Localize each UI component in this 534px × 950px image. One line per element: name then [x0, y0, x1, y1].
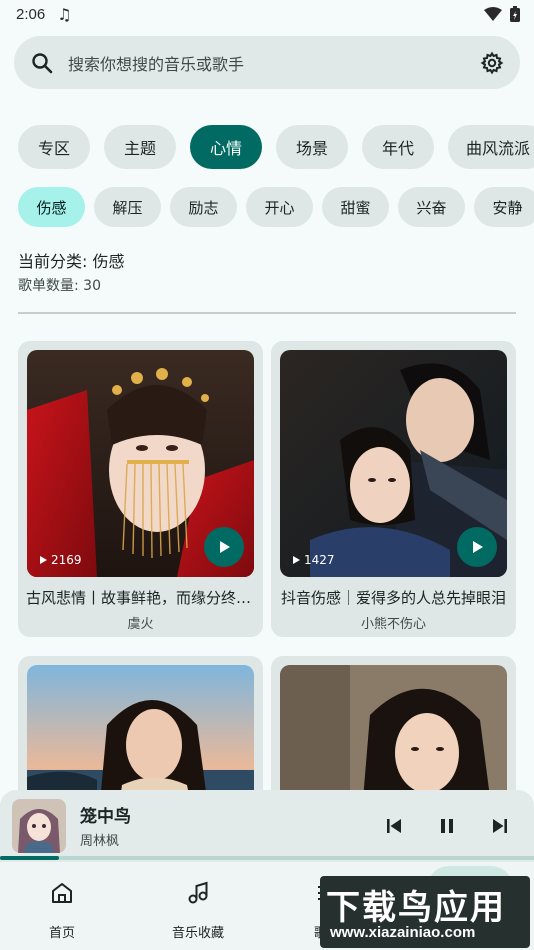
mini-player[interactable]: 笼中鸟 周林枫 — [0, 790, 534, 862]
search-input[interactable]: 搜索你想搜的音乐或歌手 — [68, 51, 480, 75]
tab-era[interactable]: 年代 — [362, 125, 434, 169]
tag-relief[interactable]: 解压 — [94, 187, 161, 227]
tab-genre[interactable]: 曲风流派 — [448, 125, 534, 169]
playlist-count-label: 歌单数量: 30 — [18, 278, 101, 294]
skip-next-icon — [493, 819, 507, 833]
nav-item-music-favorites[interactable]: 音乐收藏 — [133, 862, 263, 950]
play-icon — [473, 541, 483, 553]
settings-gear-icon[interactable] — [480, 51, 504, 75]
tab-zone[interactable]: 专区 — [18, 125, 90, 169]
playlist-author: 虞火 — [127, 617, 154, 632]
search-bar[interactable]: 搜索你想搜的音乐或歌手 — [14, 36, 520, 89]
cover-art-anime-girl — [12, 799, 66, 853]
nav-label-home: 首页 — [48, 926, 75, 941]
tab-mood[interactable]: 心情 — [190, 125, 262, 169]
play-count-value: 1427 — [304, 553, 335, 567]
skip-previous-icon — [387, 819, 401, 833]
playlist-title: 抖音伤感｜爱得多的人总先掉眼泪 — [280, 589, 506, 607]
previous-button[interactable] — [382, 814, 406, 838]
search-icon[interactable] — [30, 51, 54, 75]
status-time: 2:06 — [16, 5, 46, 23]
play-small-icon — [40, 556, 47, 564]
status-bar: 2:06 ♫ — [0, 0, 534, 28]
playback-progress-fill — [0, 856, 59, 860]
tab-scene[interactable]: 场景 — [276, 125, 348, 169]
battery-icon — [510, 6, 520, 22]
tag-inspire[interactable]: 励志 — [170, 187, 237, 227]
home-icon — [52, 883, 72, 903]
playlist-title: 古风悲情丨故事鲜艳，而缘分终究薄凉 — [26, 589, 255, 607]
play-count: 2169 — [39, 553, 82, 567]
playback-progress-bar[interactable] — [0, 856, 534, 860]
play-count-value: 2169 — [51, 553, 82, 567]
playlist-card[interactable]: 1427 抖音伤感｜爱得多的人总先掉眼泪 小熊不伤心 — [271, 341, 516, 637]
pause-icon — [441, 819, 453, 833]
nav-label-music-favorites: 音乐收藏 — [171, 926, 224, 941]
tag-happy[interactable]: 开心 — [246, 187, 313, 227]
play-small-icon — [293, 556, 300, 564]
play-button[interactable] — [204, 527, 244, 567]
tab-theme[interactable]: 主题 — [104, 125, 176, 169]
tag-sweet[interactable]: 甜蜜 — [322, 187, 389, 227]
watermark-title: 下载鸟应用 — [326, 888, 506, 928]
playlist-author: 小熊不伤心 — [360, 617, 426, 632]
current-category-label: 当前分类: 伤感 — [18, 252, 125, 271]
tag-sad[interactable]: 伤感 — [18, 187, 85, 227]
wifi-icon — [484, 7, 502, 21]
tag-quiet[interactable]: 安静 — [474, 187, 534, 227]
nav-item-home[interactable]: 首页 — [0, 862, 127, 950]
pause-button[interactable] — [435, 814, 459, 838]
music-notification-icon: ♫ — [57, 4, 72, 24]
now-playing-artist: 周林枫 — [80, 834, 120, 849]
playlist-cover-image[interactable]: 2169 — [27, 350, 254, 577]
play-icon — [220, 541, 230, 553]
watermark-logo: 下载鸟应用 www.xiazainiao.com — [320, 876, 530, 948]
primary-tab-row: 专区 主题 心情 场景 年代 曲风流派 — [18, 125, 534, 169]
play-count: 1427 — [292, 553, 335, 567]
now-playing-title: 笼中鸟 — [80, 807, 131, 827]
divider — [18, 312, 516, 314]
tag-excited[interactable]: 兴奋 — [398, 187, 465, 227]
music-note-icon — [188, 881, 208, 904]
playlist-cover-image[interactable]: 1427 — [280, 350, 507, 577]
mood-tag-row: 伤感 解压 励志 开心 甜蜜 兴奋 安静 — [18, 187, 534, 227]
playlist-card[interactable]: 2169 古风悲情丨故事鲜艳，而缘分终究薄凉 虞火 — [18, 341, 263, 637]
status-icons — [484, 6, 520, 22]
play-button[interactable] — [457, 527, 497, 567]
watermark-url: www.xiazainiao.com — [330, 924, 476, 941]
now-playing-cover[interactable] — [12, 799, 66, 853]
next-button[interactable] — [488, 814, 512, 838]
